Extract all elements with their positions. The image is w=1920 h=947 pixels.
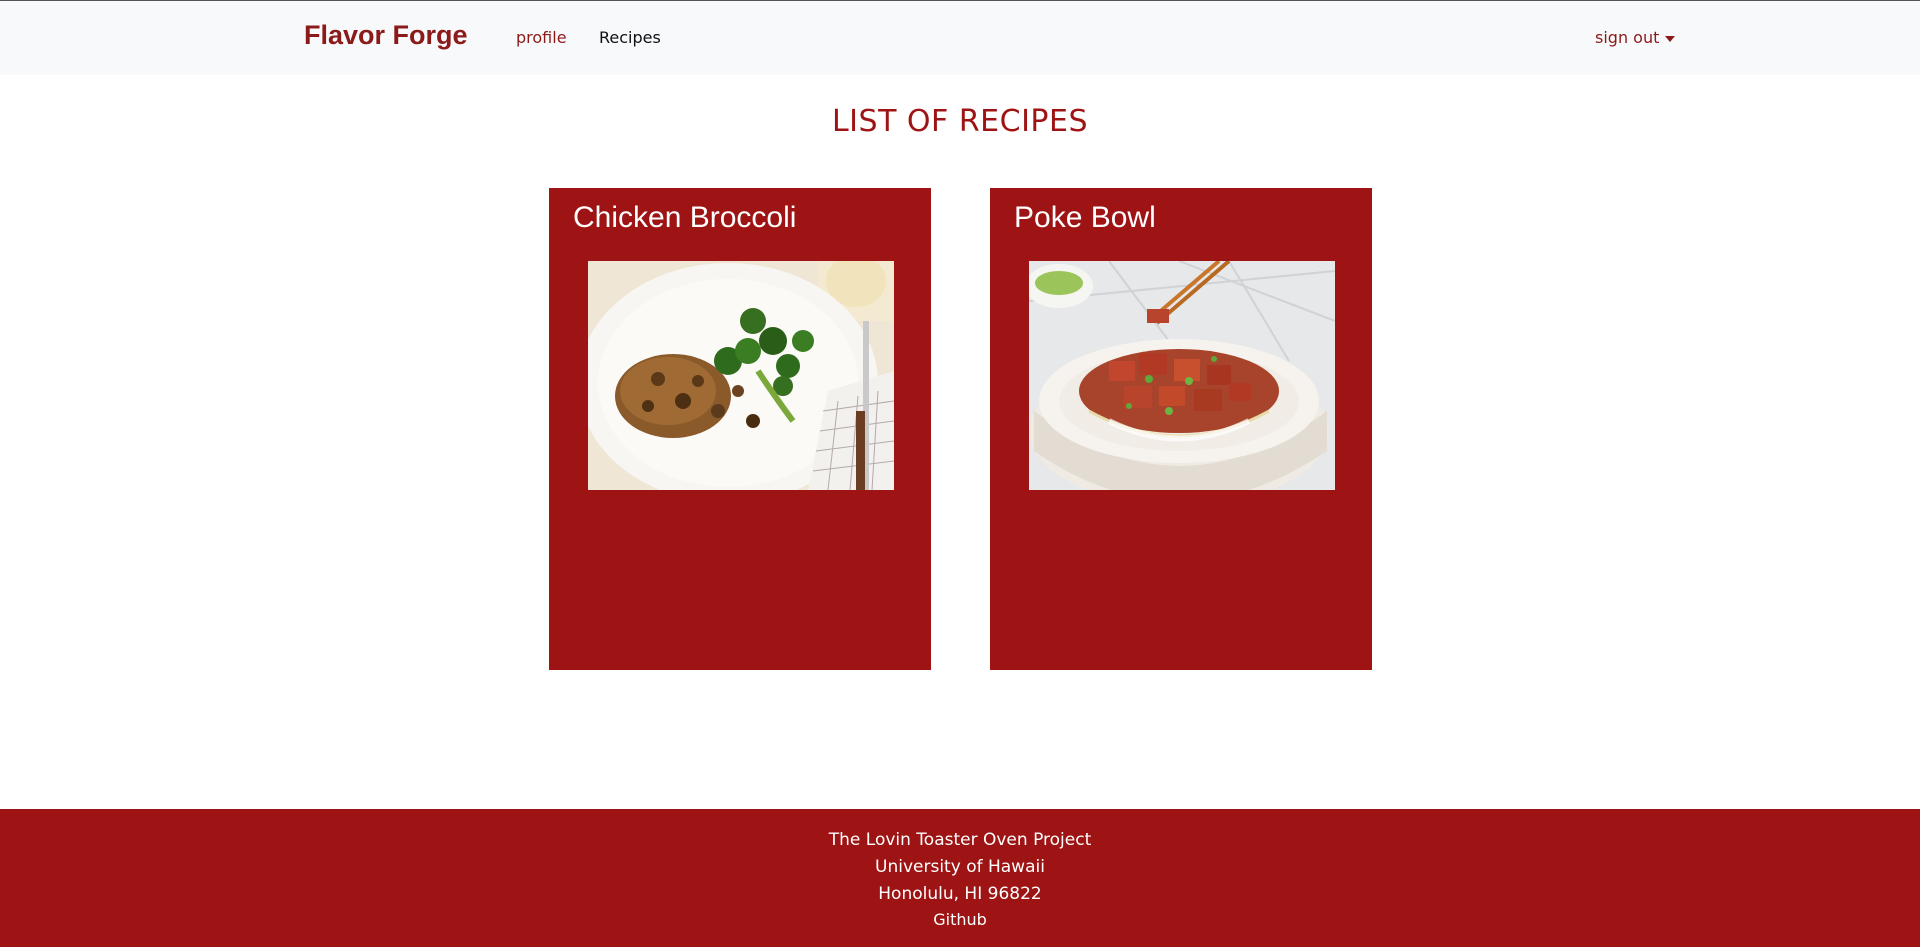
footer-city: Honolulu, HI 96822 — [878, 884, 1042, 904]
caret-down-icon — [1665, 35, 1676, 42]
footer-project-name: The Lovin Toaster Oven Project — [828, 830, 1092, 850]
sign-out-label: sign out — [1595, 28, 1660, 47]
footer-university: University of Hawaii — [875, 857, 1045, 877]
sign-out-dropdown[interactable]: sign out — [1595, 28, 1676, 47]
recipe-image-poke-bowl — [1029, 261, 1335, 490]
poke-bowl-photo — [1029, 261, 1335, 490]
recipe-image-chicken-broccoli — [588, 261, 894, 490]
footer-address: The Lovin Toaster Oven Project Universit… — [0, 809, 1920, 932]
brand-logo-link[interactable]: Flavor Forge — [304, 20, 468, 51]
nav-link-recipes[interactable]: Recipes — [599, 28, 661, 47]
recipe-card-title: Chicken Broccoli — [573, 201, 797, 234]
recipe-card-title: Poke Bowl — [1014, 201, 1156, 234]
recipe-card[interactable]: Poke Bowl — [990, 188, 1372, 670]
footer: The Lovin Toaster Oven Project Universit… — [0, 809, 1920, 947]
page-title: LIST OF RECIPES — [831, 104, 1089, 139]
nav-link-profile[interactable]: profile — [516, 28, 567, 47]
recipe-card[interactable]: Chicken Broccoli — [549, 188, 931, 670]
github-link[interactable]: Github — [0, 908, 1920, 932]
chicken-broccoli-photo — [588, 261, 894, 490]
navbar: Flavor Forge profile Recipes sign out — [0, 0, 1920, 75]
